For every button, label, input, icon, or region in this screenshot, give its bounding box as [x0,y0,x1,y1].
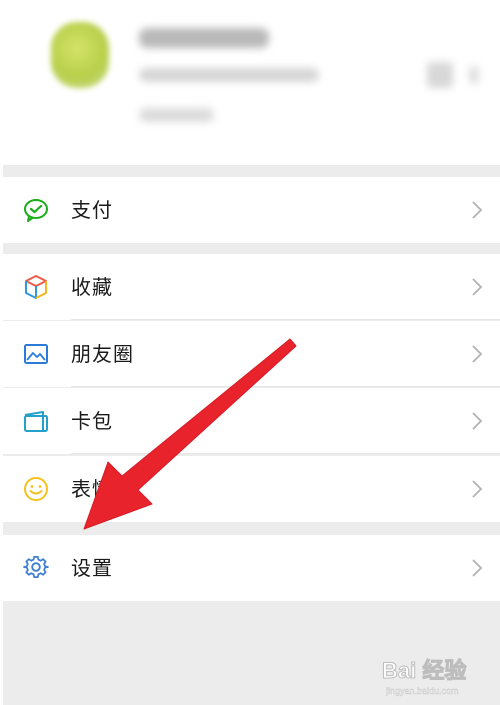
menu-item-label: 支付 [71,198,113,222]
row-divider [71,319,500,320]
menu-item-pay[interactable]: 支付 [3,177,500,243]
smiley-icon [24,477,48,501]
menu-item-cards[interactable]: 卡包 [3,388,500,454]
watermark-subtext: jingyan.baidu.com [385,686,459,696]
profile-name-blurred [139,28,269,48]
profile-header[interactable] [3,0,500,165]
wechat-id-blurred [139,68,319,82]
menu-item-label: 朋友圈 [71,342,134,366]
avatar[interactable] [51,22,109,88]
baidu-jingyan-watermark: Bai 经验 jingyan.baidu.com [382,658,467,697]
chevron-right-icon [472,480,483,498]
menu-item-label: 设置 [71,556,113,580]
chevron-right-icon [469,66,479,84]
status-blurred [139,108,214,122]
qr-code-icon[interactable] [427,62,453,88]
image-icon [24,344,48,364]
gear-icon [23,555,49,578]
menu-item-label: 表情 [71,477,113,501]
chevron-right-icon [472,201,483,219]
wechat-pay-icon [24,199,48,222]
wechat-me-screen: 支付 收藏 朋友圈 卡包 表情 设置 [3,0,500,705]
menu-item-stickers[interactable]: 表情 [3,456,500,522]
menu-item-favorites[interactable]: 收藏 [3,254,500,320]
menu-item-label: 收藏 [71,275,113,299]
chevron-right-icon [472,559,483,577]
card-wallet-icon [24,411,48,432]
row-divider [71,386,500,387]
menu-item-settings[interactable]: 设置 [3,535,500,601]
chevron-right-icon [472,412,483,430]
menu-item-label: 卡包 [71,409,113,433]
cube-icon [25,275,47,299]
menu-item-moments[interactable]: 朋友圈 [3,321,500,387]
chevron-right-icon [472,345,483,363]
row-divider [71,453,500,454]
watermark-text: Bai 经验 [382,658,466,683]
chevron-right-icon [472,278,483,296]
